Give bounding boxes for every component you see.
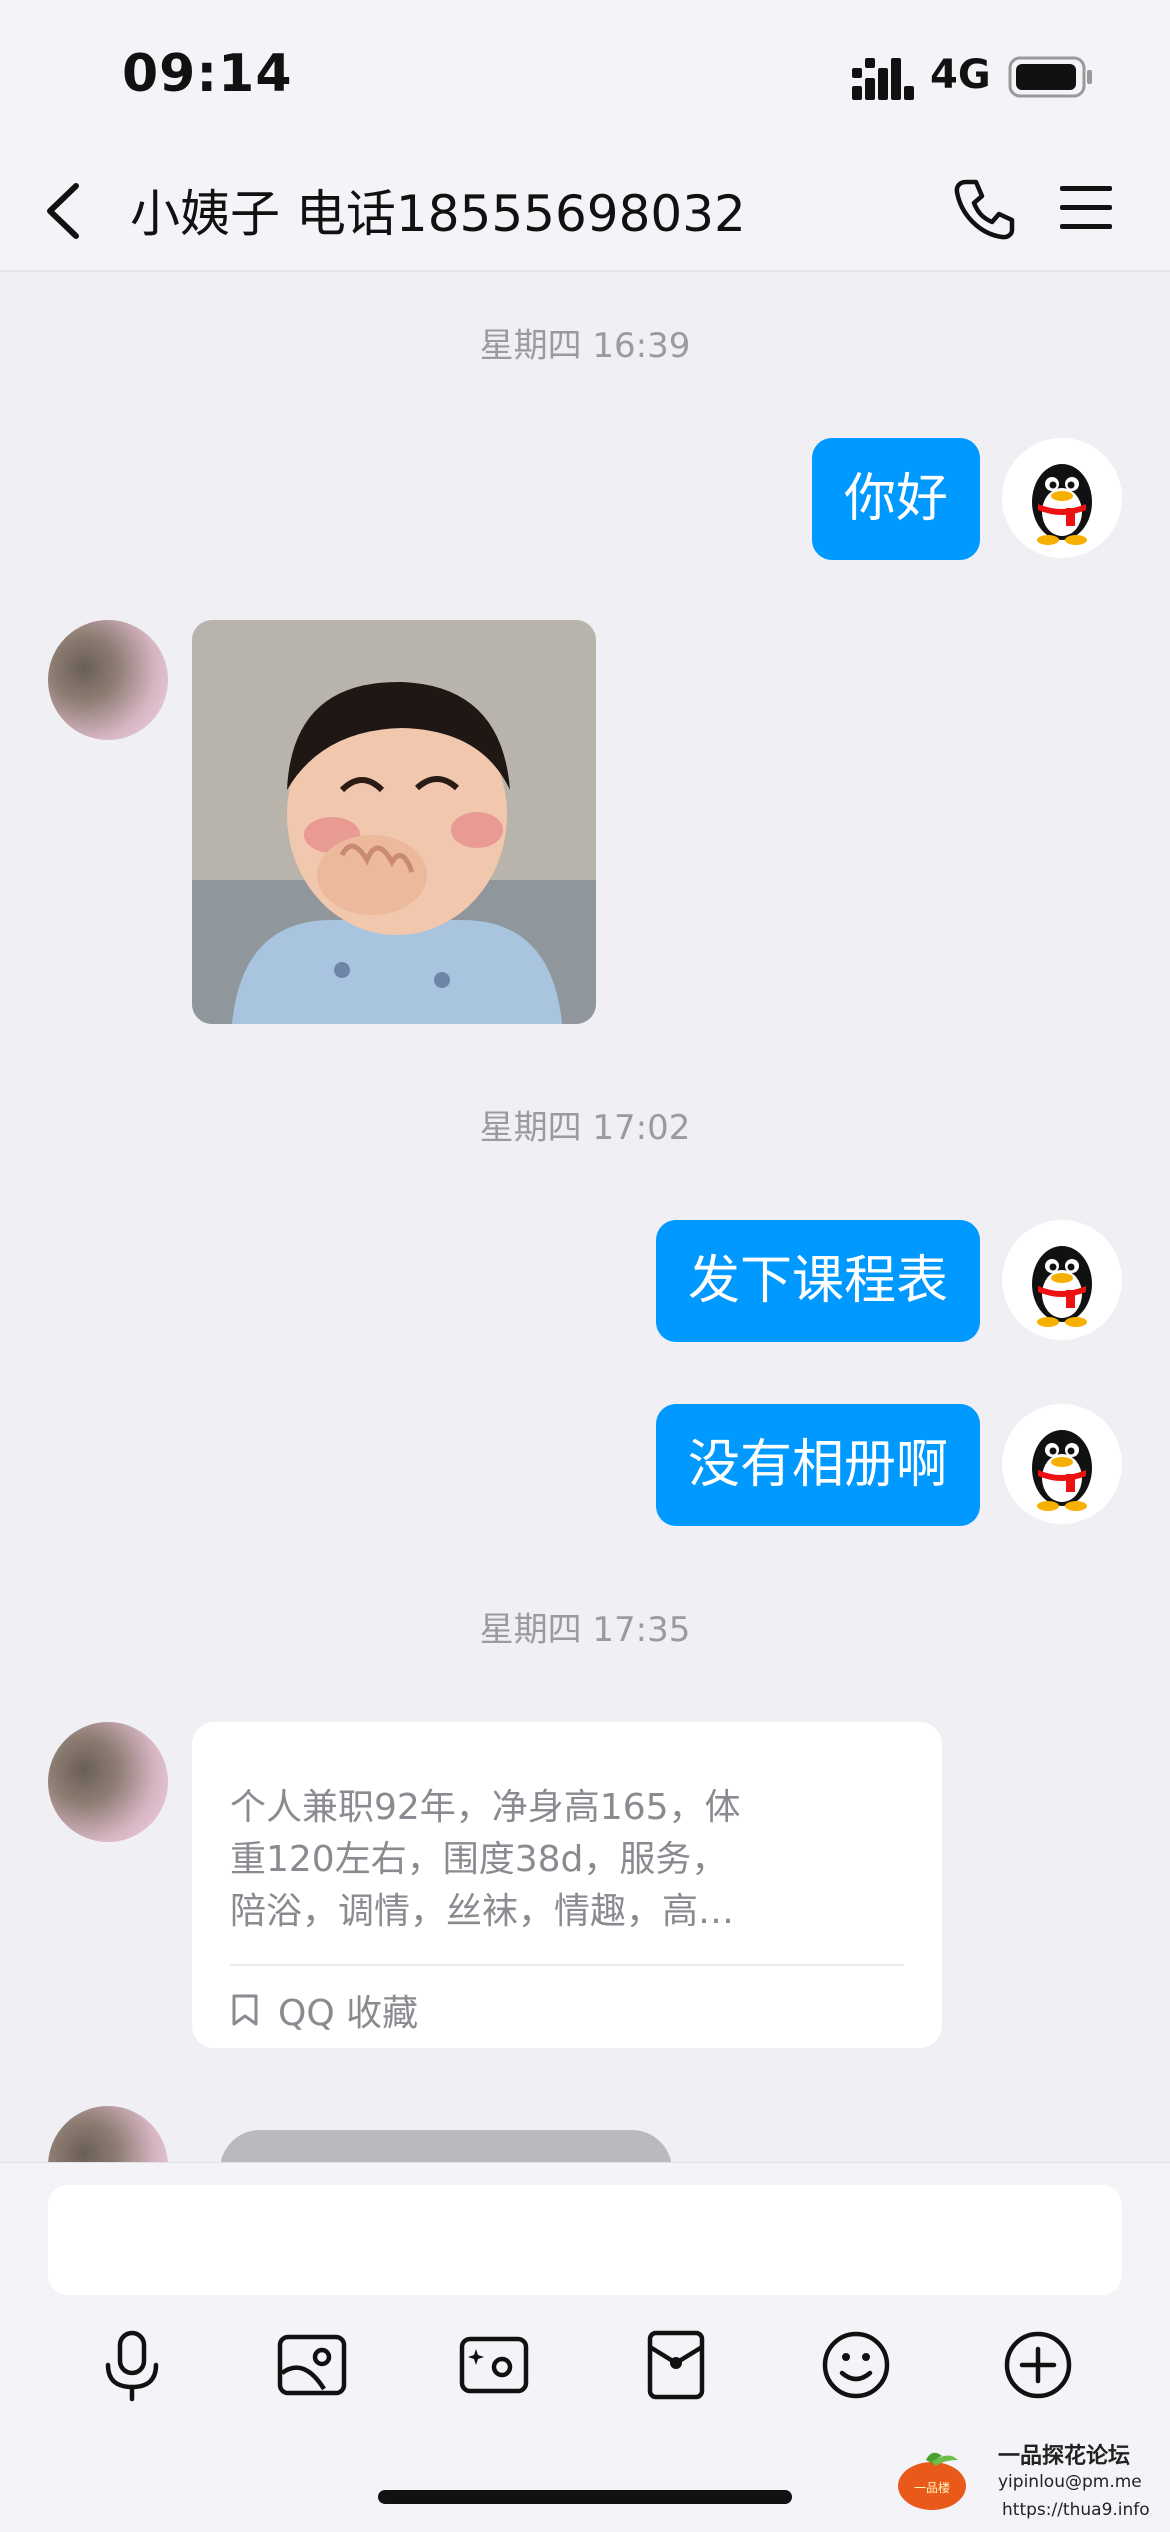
timestamp: 星期四 17:35	[479, 1610, 691, 1650]
card-text: 个人兼职92年，净身高165，体 重120左右，围度38d，服务， 陪浴，调情，…	[230, 1782, 810, 1938]
microphone-icon[interactable]	[94, 2327, 170, 2403]
status-bar: 09:14 4G	[0, 0, 1170, 150]
timestamp: 星期四 17:02	[479, 1108, 691, 1148]
card-divider	[230, 1964, 904, 1966]
plus-icon[interactable]	[1000, 2327, 1076, 2403]
phone-icon[interactable]	[952, 176, 1018, 242]
penguin-avatar-icon	[1002, 1404, 1122, 1524]
self-avatar[interactable]	[1002, 438, 1122, 558]
sticker-image[interactable]	[192, 620, 596, 1024]
self-avatar[interactable]	[1002, 1220, 1122, 1340]
battery-icon	[1008, 56, 1092, 98]
card-source-label: QQ 收藏	[278, 1993, 419, 2034]
chat-title: 小姨子 电话18555698032	[130, 185, 746, 243]
emoji-icon[interactable]	[818, 2327, 894, 2403]
red-packet-icon[interactable]	[638, 2327, 714, 2403]
nav-bar: 小姨子 电话18555698032	[0, 150, 1170, 272]
bookmark-icon	[232, 1994, 258, 2026]
status-time: 09:14	[122, 44, 293, 104]
camera-icon[interactable]	[456, 2327, 532, 2403]
signal-icon	[852, 58, 914, 100]
back-icon[interactable]	[40, 176, 90, 246]
watermark-url: https://thua9.info	[1002, 2500, 1150, 2520]
laughing-baby-sticker	[192, 620, 596, 1024]
card-source: QQ 收藏	[230, 1984, 418, 2036]
outgoing-message[interactable]: 没有相册啊	[655, 1404, 980, 1526]
message-input[interactable]	[48, 2185, 1122, 2295]
card-line: 个人兼职92年，净身高165，体	[230, 1787, 741, 1828]
self-avatar[interactable]	[1002, 1404, 1122, 1524]
favorite-card[interactable]: 个人兼职92年，净身高165，体 重120左右，围度38d，服务， 陪浴，调情，…	[192, 1722, 942, 2048]
peer-avatar[interactable]	[48, 1722, 168, 1842]
watermark: 一品楼 一品探花论坛 yipinlou@pm.me https://thua9.…	[896, 2438, 1160, 2528]
watermark-title: 一品探花论坛	[998, 2444, 1131, 2469]
menu-icon[interactable]	[1056, 180, 1116, 236]
card-line: 重120左右，围度38d，服务，	[230, 1839, 728, 1880]
peer-avatar[interactable]	[48, 620, 168, 740]
network-type: 4G	[930, 52, 991, 98]
penguin-avatar-icon	[1002, 438, 1122, 558]
card-line: 陪浴，调情，丝袜，情趣，高…	[230, 1891, 735, 1932]
penguin-avatar-icon	[1002, 1220, 1122, 1340]
logo-text: 一品楼	[914, 2480, 950, 2495]
photo-icon[interactable]	[274, 2327, 350, 2403]
timestamp: 星期四 16:39	[479, 326, 691, 366]
outgoing-message[interactable]: 你好	[811, 438, 980, 560]
home-indicator	[378, 2490, 792, 2504]
forum-logo-icon: 一品楼	[898, 2452, 966, 2510]
outgoing-message[interactable]: 发下课程表	[655, 1220, 980, 1342]
watermark-email: yipinlou@pm.me	[998, 2472, 1142, 2492]
